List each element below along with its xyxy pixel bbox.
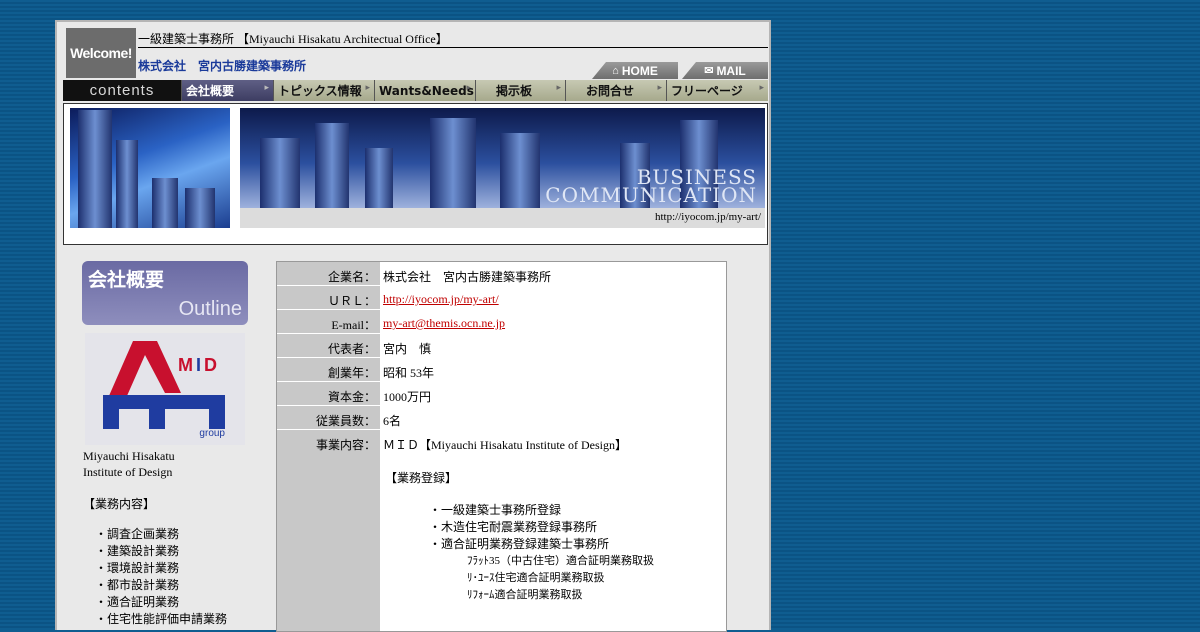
- outline-jp-text: 会社概要: [88, 269, 165, 291]
- institute-name-line2: Institute of Design: [83, 465, 173, 479]
- row-value: 1000万円: [383, 390, 432, 404]
- mail-label: MAIL: [716, 63, 746, 78]
- row-label: E-mail：: [331, 318, 376, 332]
- nav-item-label: Wants&Needs: [379, 83, 474, 98]
- table-row: 従業員数： 6名: [277, 407, 726, 430]
- nav-item-bbs[interactable]: 掲示板 ▸: [475, 80, 565, 101]
- mid-logo-text: MID: [178, 355, 221, 375]
- nav-item-label: フリーページ: [671, 84, 743, 98]
- row-value: 宮内 慎: [383, 342, 432, 356]
- institute-name: Miyauchi Hisakatu Institute of Design: [83, 448, 175, 480]
- nav-item-wants-needs[interactable]: Wants&Needs ▸: [374, 80, 475, 101]
- list-item: ・適合証明業務登録建築士事務所: [429, 537, 610, 551]
- arrow-right-icon: ▸: [556, 83, 561, 93]
- row-label: 代表者：: [327, 342, 376, 356]
- row-value: ＭＩＤ【Miyauchi Hisakatu Institute of Desig…: [383, 438, 627, 452]
- company-name: 株式会社 宮内古勝建築事務所: [138, 59, 307, 73]
- list-item: ・環境設計業務: [95, 561, 180, 575]
- arrow-right-icon: ▸: [466, 83, 471, 93]
- list-item: ・建築設計業務: [95, 544, 180, 558]
- arrow-right-icon: ▸: [759, 83, 764, 93]
- nav-item-label: 会社概要: [186, 84, 235, 98]
- nav-item-company-outline[interactable]: 会社概要 ▸: [181, 80, 273, 101]
- arrow-right-icon: ▸: [365, 83, 370, 93]
- row-label: 事業内容：: [315, 438, 376, 452]
- row-label: 創業年：: [327, 366, 376, 380]
- list-item: ・一級建築士事務所登録: [429, 503, 562, 517]
- row-label: 企業名：: [327, 270, 376, 284]
- row-value: 株式会社 宮内古勝建築事務所: [383, 270, 552, 284]
- mid-group-logo: MID group: [85, 333, 245, 445]
- mail-button[interactable]: ✉ MAIL: [682, 62, 768, 79]
- business-photo: BUSINESS COMMUNICATION: [240, 108, 765, 208]
- table-row: 資本金： 1000万円: [277, 383, 726, 406]
- banner-url-strip: http://iyocom.jp/my-art/: [240, 208, 765, 228]
- list-item: ・木造住宅耐震業務登録事務所: [429, 520, 598, 534]
- table-row: ＵＲＬ： http://iyocom.jp/my-art/: [277, 287, 726, 310]
- list-item: ﾘﾌｫｰﾑ適合証明業務取扱: [467, 589, 583, 601]
- arrow-right-icon: ▸: [264, 83, 269, 93]
- outline-heading-image: 会社概要 Outline: [82, 261, 248, 325]
- row-label: ＵＲＬ：: [327, 294, 376, 308]
- home-label: HOME: [621, 63, 658, 78]
- nav-item-free-page[interactable]: フリーページ ▸: [666, 80, 768, 101]
- main-nav: contents 会社概要 ▸ トピックス情報 ▸ Wants&Needs ▸ …: [63, 80, 768, 101]
- list-item: ・都市設計業務: [95, 578, 180, 592]
- title-divider: [138, 47, 768, 48]
- business-list: ・調査企画業務 ・建築設計業務 ・環境設計業務 ・都市設計業務 ・適合証明業務 …: [95, 526, 227, 628]
- office-title: 一級建築士事務所 【Miyauchi Hisakatu Architectual…: [138, 32, 448, 46]
- business-heading: 【業務内容】: [83, 497, 156, 511]
- home-icon: ⌂: [612, 64, 619, 77]
- page-container: Welcome! 一級建築士事務所 【Miyauchi Hisakatu Arc…: [55, 20, 771, 632]
- banner: BUSINESS COMMUNICATION http://iyocom.jp/…: [63, 103, 768, 245]
- registration-heading: 【業務登録】: [385, 471, 458, 485]
- list-item: ・住宅性能評価申請業務: [95, 612, 228, 626]
- url-link[interactable]: http://iyocom.jp/my-art/: [383, 292, 499, 306]
- nav-item-label: トピックス情報: [278, 84, 362, 98]
- arrow-right-icon: ▸: [657, 83, 662, 93]
- welcome-badge: Welcome!: [66, 28, 136, 78]
- email-link[interactable]: my-art@themis.ocn.ne.jp: [383, 316, 505, 330]
- banner-url: http://iyocom.jp/my-art/: [654, 211, 761, 223]
- row-label: 資本金：: [327, 390, 376, 404]
- business-communication-text: BUSINESS COMMUNICATION: [545, 167, 757, 207]
- group-text: group: [199, 428, 225, 439]
- nav-item-contact[interactable]: お問合せ ▸: [565, 80, 666, 101]
- table-row: 代表者： 宮内 慎: [277, 335, 726, 358]
- business-line2: COMMUNICATION: [545, 183, 757, 207]
- nav-contents-label: contents: [63, 80, 181, 101]
- outline-en-text: Outline: [178, 298, 242, 320]
- nav-item-topics[interactable]: トピックス情報 ▸: [273, 80, 374, 101]
- row-value: 6名: [383, 414, 402, 428]
- table-row: 企業名： 株式会社 宮内古勝建築事務所: [277, 263, 726, 286]
- table-row: 創業年： 昭和 53年: [277, 359, 726, 382]
- company-info-table: 企業名： 株式会社 宮内古勝建築事務所 ＵＲＬ： http://iyocom.j…: [276, 261, 727, 632]
- home-button[interactable]: ⌂ HOME: [592, 62, 678, 79]
- skyscraper-photo: [70, 108, 230, 228]
- list-item: ・適合証明業務: [95, 595, 180, 609]
- registration-list: ・一級建築士事務所登録 ・木造住宅耐震業務登録事務所 ・適合証明業務登録建築士事…: [429, 502, 609, 553]
- list-item: ﾌﾗｯﾄ35（中古住宅）適合証明業務取扱: [467, 555, 654, 567]
- envelope-icon: ✉: [704, 65, 714, 77]
- nav-item-label: お問合せ: [586, 84, 635, 98]
- table-row: E-mail： my-art@themis.ocn.ne.jp: [277, 311, 726, 334]
- registration-sublist: ﾌﾗｯﾄ35（中古住宅）適合証明業務取扱 ﾘ･ﾕｰｽ住宅適合証明業務取扱 ﾘﾌｫ…: [467, 553, 654, 604]
- list-item: ﾘ･ﾕｰｽ住宅適合証明業務取扱: [467, 572, 605, 584]
- nav-item-label: 掲示板: [496, 84, 533, 98]
- list-item: ・調査企画業務: [95, 527, 180, 541]
- table-row: 事業内容： ＭＩＤ【Miyauchi Hisakatu Institute of…: [277, 431, 726, 454]
- institute-name-line1: Miyauchi Hisakatu: [83, 449, 175, 463]
- row-value: 昭和 53年: [383, 366, 435, 380]
- row-label: 従業員数：: [315, 414, 376, 428]
